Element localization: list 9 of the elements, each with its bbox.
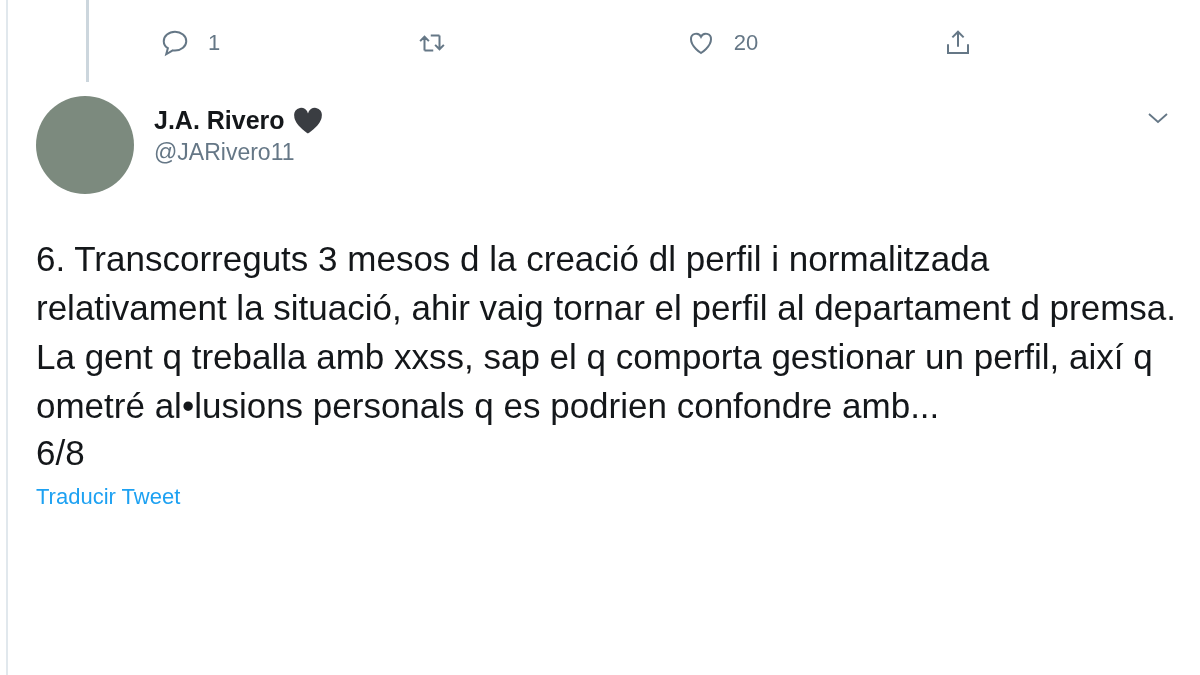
translate-link[interactable]: Traducir Tweet — [36, 484, 181, 510]
author-name: J.A. Rivero — [154, 106, 285, 135]
thread-count: 6/8 — [35, 432, 86, 474]
author-handle: @JARivero11 — [154, 139, 296, 166]
tweet-text: 6. Transcorreguts 3 mesos d la creació dl perfil i normalitzada relativament la situació, ahir vaig tornar el perfil al departament d premsa. La gent q treballa amb xxss, sap el q comporta gestionar un perfil, així q ometré al•lusions personals q es podrien confondre amb... — [35, 238, 1177, 427]
heart-icon — [292, 106, 323, 135]
reply-button[interactable]: 1 — [160, 28, 418, 58]
speech-bubble-icon — [160, 28, 190, 58]
like-button[interactable]: 20 — [685, 28, 943, 58]
